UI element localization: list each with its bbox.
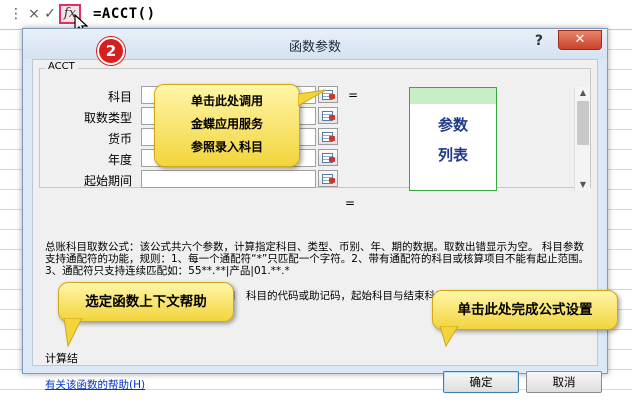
calculation-result-label: 计算结 [45,352,78,365]
help-icon[interactable]: ? [535,33,543,49]
formula-menu-icon[interactable]: ⋮ [8,6,24,22]
callout-help: 选定函数上下文帮助 [58,282,234,322]
step-badge: 2 [97,37,125,65]
callout-finish: 单击此处完成公式设置 [432,290,618,330]
argument-preview-box: 参数 列表 [409,87,497,191]
arg-ref-type-icon[interactable] [318,107,338,124]
callout-reference-line-1: 单击此处调用 [190,94,263,108]
callout-reference-line-3: 参照录入科目 [190,140,263,154]
enter-formula-icon[interactable]: ✓ [42,6,58,22]
callout-reference: 单击此处调用 金蝶应用服务 参照录入科目 [154,84,300,167]
function-description: 总账科目取数公式：该公式共六个参数，计算指定科目、类型、币别、年、期的数据。取数… [45,241,589,277]
callout-help-text: 选定函数上下文帮助 [85,294,207,310]
callout-finish-text: 单击此处完成公式设置 [457,302,593,318]
scroll-up-icon[interactable]: ▲ [575,87,591,99]
result-equals: = [345,196,356,210]
arg-equals: = [348,88,359,102]
arg-label-currency: 货币 [107,132,132,146]
arg-ref-start-period-icon[interactable] [318,170,338,187]
arg-input-start-period[interactable] [141,170,316,188]
cancel-formula-icon[interactable]: × [26,6,42,22]
close-button[interactable]: ✕ [558,30,602,50]
arg-label-start-period: 起始期间 [83,174,132,188]
arg-label-year: 年度 [107,153,132,167]
callout-help-pointer [63,318,83,348]
formula-input[interactable]: =ACCT() [93,6,156,22]
arguments-scrollbar[interactable]: ▲ ▼ [574,87,590,191]
arg-ref-year-icon[interactable] [318,149,338,166]
preview-line-1: 参数 [437,116,468,134]
callout-reference-pointer [298,89,327,107]
formula-bar: ⋮ × ✓ fx =ACCT() [0,0,632,35]
function-help-link[interactable]: 有关该函数的帮助(H) [45,377,145,392]
arg-label-account: 科目 [107,90,132,104]
arg-label-type: 取数类型 [83,111,132,125]
cancel-button[interactable]: 取消 [526,371,602,393]
callout-finish-pointer [439,326,459,348]
scroll-down-icon[interactable]: ▼ [575,179,591,191]
function-name: ACCT [45,61,78,72]
scroll-thumb[interactable] [577,101,589,145]
callout-reference-line-2: 金蝶应用服务 [190,117,263,131]
preview-line-2: 列表 [437,146,468,164]
arg-ref-currency-icon[interactable] [318,128,338,145]
ok-button[interactable]: 确定 [443,371,519,393]
